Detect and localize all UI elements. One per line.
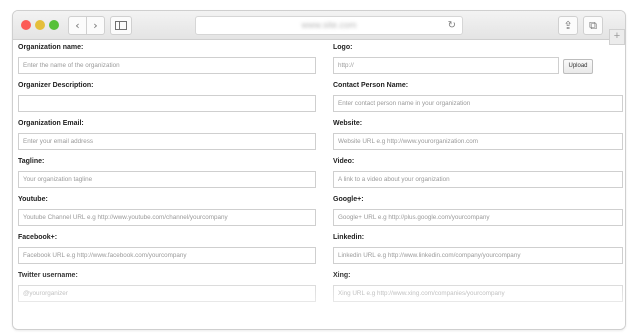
organization-name-input[interactable]: Enter the name of the organization xyxy=(18,57,316,74)
field-label: Video: xyxy=(333,158,355,165)
field-label: Xing: xyxy=(333,272,351,279)
video-input[interactable]: A link to a video about your organizatio… xyxy=(333,171,623,188)
linkedin-input[interactable]: Linkedin URL e.g http://www.linkedin.com… xyxy=(333,247,623,264)
reload-icon[interactable]: ↻ xyxy=(448,17,456,34)
field-label: Linkedin: xyxy=(333,234,365,241)
chevron-left-icon[interactable]: ‹ xyxy=(68,16,87,35)
zoom-window-button[interactable] xyxy=(49,20,59,30)
share-icon[interactable]: ⇪ xyxy=(558,16,578,35)
field-label: Contact Person Name: xyxy=(333,82,409,89)
field-label: Youtube: xyxy=(18,196,48,203)
website-input[interactable]: Website URL e.g http://www.yourorganizat… xyxy=(333,133,623,150)
minimize-window-button[interactable] xyxy=(35,20,45,30)
facebook-input[interactable]: Facebook URL e.g http://www.facebook.com… xyxy=(18,247,316,264)
sidebar-icon[interactable] xyxy=(110,16,132,35)
address-bar[interactable]: www.site.com ↻ xyxy=(195,16,463,35)
field-label: Twitter username: xyxy=(18,272,78,279)
google-plus-input[interactable]: Google+ URL e.g http://plus.google.com/y… xyxy=(333,209,623,226)
organization-form: Organization name: Enter the name of the… xyxy=(13,40,625,329)
field-label: Tagline: xyxy=(18,158,45,165)
xing-input[interactable]: Xing URL e.g http://www.xing.com/compani… xyxy=(333,285,623,302)
twitter-username-input[interactable]: @yourorganizer xyxy=(18,285,316,302)
logo-url-input[interactable]: http:// xyxy=(333,57,559,74)
field-label: Logo: xyxy=(333,44,353,51)
field-label: Facebook+: xyxy=(18,234,58,241)
tagline-input[interactable]: Your organization tagline xyxy=(18,171,316,188)
field-label: Google+: xyxy=(333,196,364,203)
field-label: Website: xyxy=(333,120,363,127)
tabs-icon[interactable]: ⧉ xyxy=(583,16,603,35)
organizer-description-input[interactable] xyxy=(18,95,316,112)
organization-email-input[interactable]: Enter your email address xyxy=(18,133,316,150)
url-text-blurred: www.site.com xyxy=(301,20,357,30)
youtube-input[interactable]: Youtube Channel URL e.g http://www.youtu… xyxy=(18,209,316,226)
upload-button[interactable]: Upload xyxy=(563,59,593,74)
chevron-right-icon[interactable]: › xyxy=(86,16,105,35)
field-label: Organization name: xyxy=(18,44,84,51)
browser-window: ‹ › www.site.com ↻ ⇪ ⧉ + Organization na… xyxy=(12,10,626,330)
field-label: Organizer Description: xyxy=(18,82,94,89)
close-window-button[interactable] xyxy=(21,20,31,30)
contact-person-name-input[interactable]: Enter contact person name in your organi… xyxy=(333,95,623,112)
field-label: Organization Email: xyxy=(18,120,84,127)
browser-toolbar: ‹ › www.site.com ↻ ⇪ ⧉ xyxy=(13,11,625,40)
